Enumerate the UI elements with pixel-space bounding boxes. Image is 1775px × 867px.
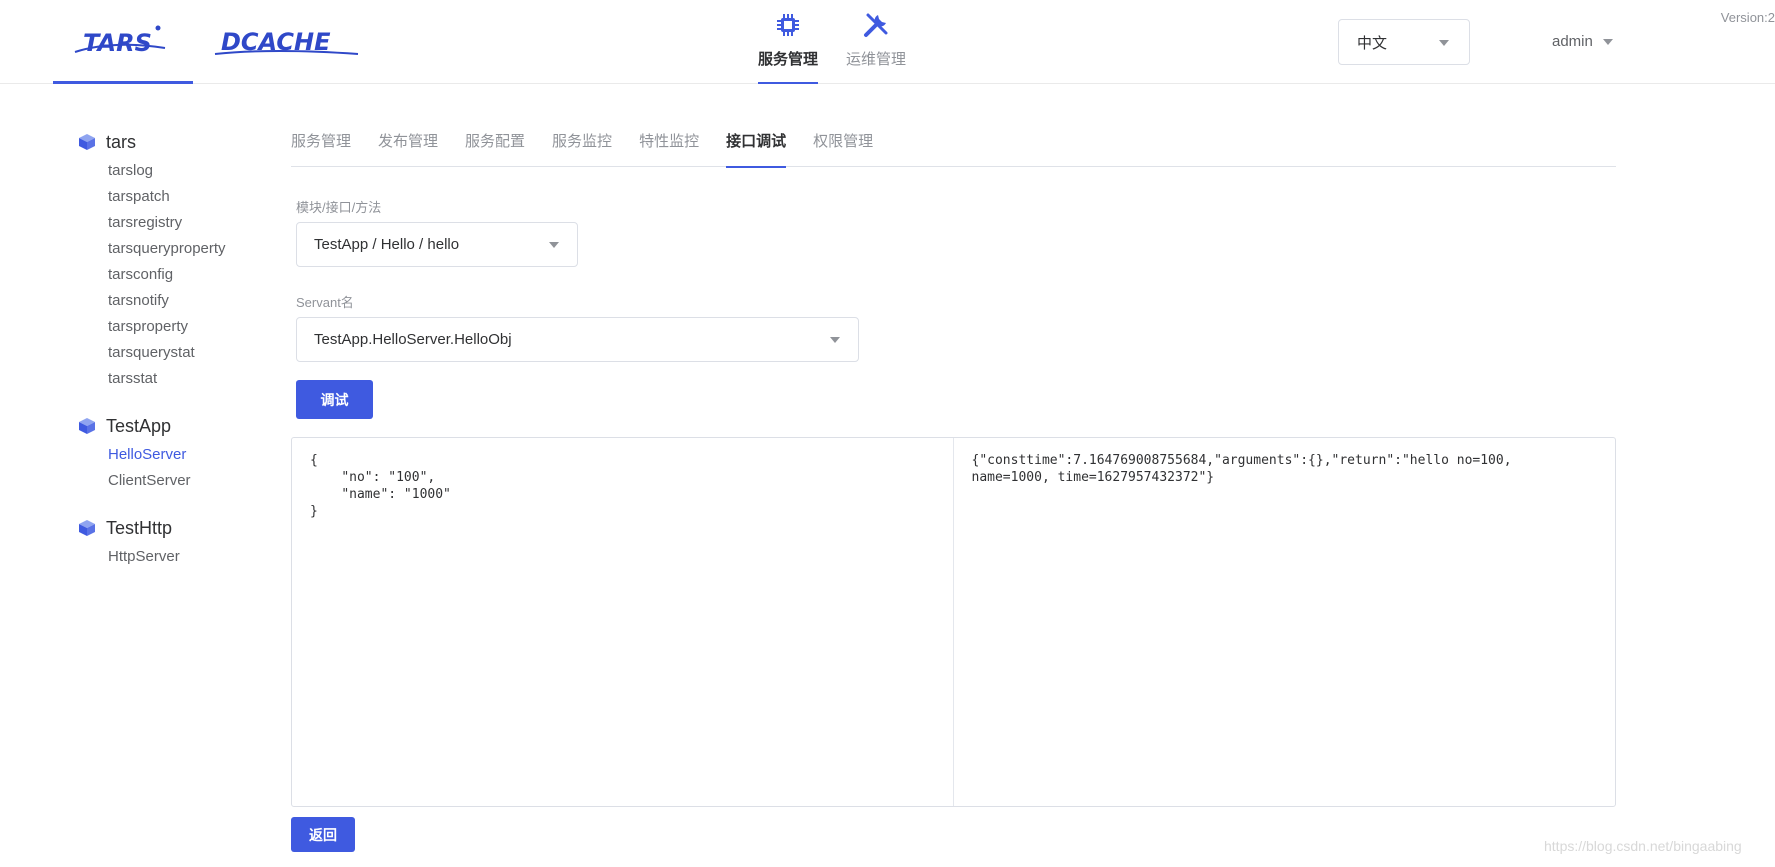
tab-release-management[interactable]: 发布管理 xyxy=(378,130,438,167)
chevron-down-icon xyxy=(1439,40,1449,46)
method-select[interactable]: TestApp / Hello / hello xyxy=(296,222,578,267)
cube-icon xyxy=(79,418,95,434)
tab-permission-management[interactable]: 权限管理 xyxy=(813,130,873,167)
chip-icon xyxy=(773,10,803,40)
servant-select[interactable]: TestApp.HelloServer.HelloObj xyxy=(296,317,859,362)
server-list: HelloServer ClientServer xyxy=(78,442,268,494)
server-item[interactable]: tarsproperty xyxy=(108,314,268,340)
tab-service-monitor[interactable]: 服务监控 xyxy=(552,130,612,167)
app-name: TestHttp xyxy=(106,517,173,538)
username: admin xyxy=(1552,33,1593,50)
server-item[interactable]: ClientServer xyxy=(108,468,268,494)
tab-service-config[interactable]: 服务配置 xyxy=(465,130,525,167)
request-editor[interactable]: { "no": "100", "name": "1000" } xyxy=(292,438,954,806)
server-item-active[interactable]: HelloServer xyxy=(108,442,268,468)
watermark: https://blog.csdn.net/bingaabing xyxy=(1544,838,1742,854)
server-list: HttpServer xyxy=(78,544,268,570)
language-select[interactable]: 中文 xyxy=(1338,19,1470,65)
tab-property-monitor[interactable]: 特性监控 xyxy=(639,130,699,167)
chevron-down-icon xyxy=(549,242,559,248)
main-panel: 服务管理 发布管理 服务配置 服务监控 特性监控 接口调试 权限管理 模块/接口… xyxy=(291,130,1616,807)
method-value: TestApp / Hello / hello xyxy=(314,236,460,253)
nav-ops-management-label: 运维管理 xyxy=(846,51,907,68)
user-menu[interactable]: admin xyxy=(1552,33,1613,50)
nav-service-management-label: 服务管理 xyxy=(758,51,819,68)
app-name: TestApp xyxy=(106,415,172,436)
chevron-down-icon xyxy=(1602,38,1613,45)
server-item[interactable]: tarsquerystat xyxy=(108,340,268,366)
wrench-icon xyxy=(861,10,891,40)
method-label: 模块/接口/方法 xyxy=(296,200,382,215)
cube-icon xyxy=(79,134,95,150)
servant-value: TestApp.HelloServer.HelloObj xyxy=(314,331,512,348)
language-value: 中文 xyxy=(1357,34,1388,52)
server-item[interactable]: tarslog xyxy=(108,158,268,184)
top-header: TARS DCACHE 服务管理 运维管理 中文 admin Version:2 xyxy=(0,0,1775,84)
app-tree: tars tarslog tarspatch tarsregistry tars… xyxy=(78,130,268,592)
cube-icon xyxy=(79,520,95,536)
tab-service-management[interactable]: 服务管理 xyxy=(291,130,351,167)
service-tabs: 服务管理 发布管理 服务配置 服务监控 特性监控 接口调试 权限管理 xyxy=(291,130,1616,168)
server-item[interactable]: HttpServer xyxy=(108,544,268,570)
debug-editors: { "no": "100", "name": "1000" } {"constt… xyxy=(291,437,1616,807)
chevron-down-icon xyxy=(830,337,840,343)
dcache-logo[interactable]: DCACHE xyxy=(213,26,363,60)
app-name: tars xyxy=(106,131,137,152)
server-item[interactable]: tarsstat xyxy=(108,366,268,392)
app-testhttp[interactable]: TestHttp xyxy=(78,516,268,540)
tars-logo[interactable]: TARS xyxy=(53,0,193,84)
back-button[interactable]: 返回 xyxy=(291,817,355,852)
servant-label: Servant名 xyxy=(296,295,354,310)
nav-ops-management[interactable]: 运维管理 xyxy=(846,10,906,84)
server-item[interactable]: tarsconfig xyxy=(108,262,268,288)
tars-logo-text: TARS xyxy=(83,29,152,57)
app-testapp[interactable]: TestApp xyxy=(78,414,268,438)
server-item[interactable]: tarsregistry xyxy=(108,210,268,236)
app-tars[interactable]: tars xyxy=(78,130,268,154)
app-group-testhttp: TestHttp HttpServer xyxy=(78,516,268,570)
top-nav: 服务管理 运维管理 xyxy=(758,10,906,84)
server-item[interactable]: tarspatch xyxy=(108,184,268,210)
server-item[interactable]: tarsqueryproperty xyxy=(108,236,268,262)
app-group-testapp: TestApp HelloServer ClientServer xyxy=(78,414,268,494)
nav-service-management[interactable]: 服务管理 xyxy=(758,10,819,84)
response-output: {"consttime":7.164769008755684,"argument… xyxy=(971,453,1520,485)
debug-button[interactable]: 调试 xyxy=(296,380,373,419)
app-group-tars: tars tarslog tarspatch tarsregistry tars… xyxy=(78,130,268,392)
server-list: tarslog tarspatch tarsregistry tarsquery… xyxy=(78,158,268,392)
version-label: Version:2 xyxy=(1720,10,1775,25)
dcache-logo-text: DCACHE xyxy=(221,28,331,56)
tab-interface-debug[interactable]: 接口调试 xyxy=(726,130,787,168)
server-item[interactable]: tarsnotify xyxy=(108,288,268,314)
